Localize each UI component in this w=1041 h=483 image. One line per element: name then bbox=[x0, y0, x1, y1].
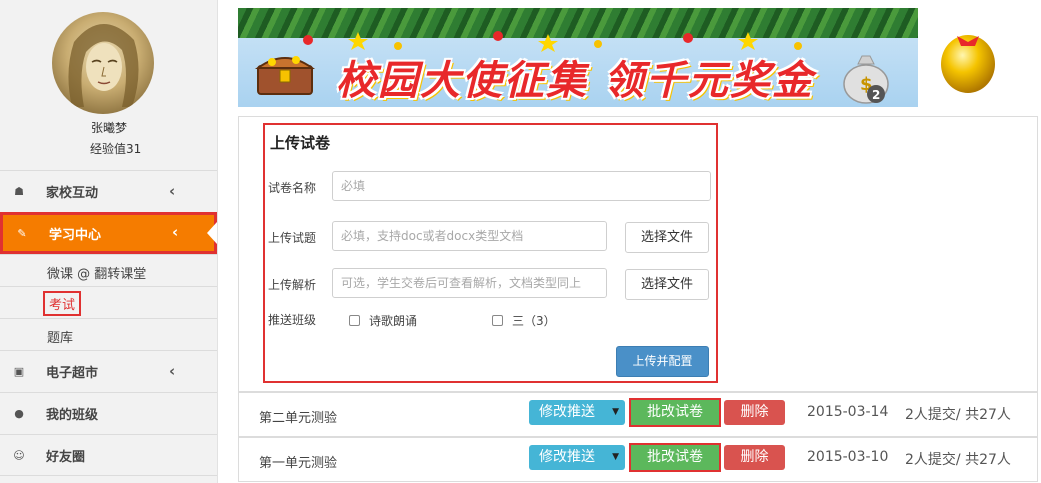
exam-date: 2015-03-10 bbox=[807, 449, 889, 465]
subnav-label: 微课 @ 翻转课堂 bbox=[47, 267, 147, 282]
class-option-poetry[interactable]: 诗歌朗诵 bbox=[349, 312, 417, 329]
nav-item-e-market[interactable]: ▣ 电子超市 ‹ bbox=[0, 350, 217, 392]
delete-button[interactable]: 删除 bbox=[724, 400, 785, 425]
subnav-label: 题库 bbox=[47, 331, 74, 346]
total-count: 共27人 bbox=[965, 452, 1011, 468]
delete-button[interactable]: 删除 bbox=[724, 445, 785, 470]
cart-icon: ▣ bbox=[13, 365, 25, 378]
push-class-label: 推送班级 bbox=[268, 313, 317, 327]
grade-exam-button[interactable]: 批改试卷 bbox=[629, 443, 721, 472]
active-indicator bbox=[207, 222, 217, 244]
nav-item-friends[interactable]: ☺ 好友圈 bbox=[0, 434, 217, 476]
exam-row: 第二单元测验 修改推送 ▼ 批改试卷 删除 2015-03-14 2人提交/ 共… bbox=[238, 392, 1038, 437]
grade-exam-button[interactable]: 批改试卷 bbox=[629, 398, 721, 427]
nav-item-learning-center[interactable]: ✎ 学习中心 ‹ bbox=[0, 212, 217, 254]
sidebar: 张曦梦 经验值31 ☗ 家校互动 ‹ ✎ 学习中心 ‹ 微课 @ 翻转课堂 考试… bbox=[0, 0, 218, 483]
chevron-left-icon: ‹ bbox=[172, 223, 179, 241]
banner-badge: 2 bbox=[872, 88, 880, 102]
paper-name-label: 试卷名称 bbox=[268, 181, 317, 195]
chevron-left-icon: ‹ bbox=[169, 362, 176, 380]
subnav-item-exam[interactable]: 考试 bbox=[0, 286, 217, 318]
nav-label: 好友圈 bbox=[46, 449, 86, 465]
caret-down-icon: ▼ bbox=[612, 452, 619, 462]
subnav-label: 考试 bbox=[43, 291, 82, 316]
modify-push-button[interactable]: 修改推送 ▼ bbox=[529, 445, 625, 470]
questions-file-input[interactable] bbox=[332, 221, 607, 251]
paper-name-input[interactable] bbox=[332, 171, 711, 201]
subnav-item-question-bank[interactable]: 题库 bbox=[0, 318, 217, 350]
questions-label: 上传试题 bbox=[268, 231, 317, 245]
promo-banner[interactable]: 校园大使征集 领千元奖金 $ 2 bbox=[238, 8, 918, 107]
class-checkbox[interactable] bbox=[492, 315, 503, 326]
modify-push-button[interactable]: 修改推送 ▼ bbox=[529, 400, 625, 425]
smile-icon: ☺ bbox=[13, 448, 25, 462]
exam-name: 第二单元测验 bbox=[259, 411, 338, 426]
class-checkbox[interactable] bbox=[349, 315, 360, 326]
total-count: 共27人 bbox=[965, 407, 1011, 423]
upload-form-title: 上传试卷 bbox=[270, 134, 331, 152]
subnav-item-micro-course[interactable]: 微课 @ 翻转课堂 bbox=[0, 254, 217, 286]
analysis-file-input[interactable] bbox=[332, 268, 607, 298]
caret-down-icon: ▼ bbox=[612, 407, 619, 417]
nav-item-home-school[interactable]: ☗ 家校互动 ‹ bbox=[0, 170, 217, 212]
upload-and-configure-button[interactable]: 上传并配置 bbox=[616, 346, 709, 377]
chevron-left-icon: ‹ bbox=[169, 182, 176, 200]
avatar-portrait-icon bbox=[68, 23, 139, 108]
nav-label: 学习中心 bbox=[49, 227, 102, 243]
submitted-count: 2人提交/ bbox=[905, 452, 961, 468]
edit-icon: ✎ bbox=[17, 226, 27, 240]
nav-label: 家校互动 bbox=[46, 186, 99, 201]
golden-egg-icon[interactable] bbox=[937, 22, 999, 94]
nav-label: 电子超市 bbox=[46, 366, 99, 381]
submitted-count: 2人提交/ bbox=[905, 407, 961, 423]
exam-date: 2015-03-14 bbox=[807, 404, 889, 420]
analysis-label: 上传解析 bbox=[268, 278, 317, 292]
money-bag-icon: $ 2 bbox=[843, 55, 889, 104]
exam-row: 第一单元测验 修改推送 ▼ 批改试卷 删除 2015-03-10 2人提交/ 共… bbox=[238, 437, 1038, 482]
exam-submission-stats: 2人提交/ 共27人 bbox=[905, 449, 1011, 469]
nav-item-my-class[interactable]: ● 我的班级 bbox=[0, 392, 217, 434]
avatar[interactable] bbox=[52, 12, 154, 114]
exam-submission-stats: 2人提交/ 共27人 bbox=[905, 404, 1011, 424]
class-option-three-three[interactable]: 三（3） bbox=[492, 312, 556, 329]
nav-label: 我的班级 bbox=[46, 408, 99, 423]
upload-form-highlight bbox=[263, 123, 718, 383]
choose-analysis-file-button[interactable]: 选择文件 bbox=[625, 269, 709, 300]
class-option-label: 诗歌朗诵 bbox=[369, 314, 418, 328]
treasure-chest-icon bbox=[254, 56, 316, 95]
banner-headline: 校园大使征集 领千元奖金 bbox=[336, 58, 814, 104]
class-option-label: 三（3） bbox=[512, 314, 556, 328]
home-icon: ☗ bbox=[14, 185, 24, 198]
modify-push-label: 修改推送 bbox=[539, 449, 595, 465]
user-icon: ● bbox=[14, 407, 24, 420]
choose-questions-file-button[interactable]: 选择文件 bbox=[625, 222, 709, 253]
user-experience: 经验值31 bbox=[90, 142, 142, 156]
user-name: 张曦梦 bbox=[90, 121, 127, 135]
modify-push-label: 修改推送 bbox=[539, 404, 595, 420]
exam-name: 第一单元测验 bbox=[259, 456, 338, 471]
